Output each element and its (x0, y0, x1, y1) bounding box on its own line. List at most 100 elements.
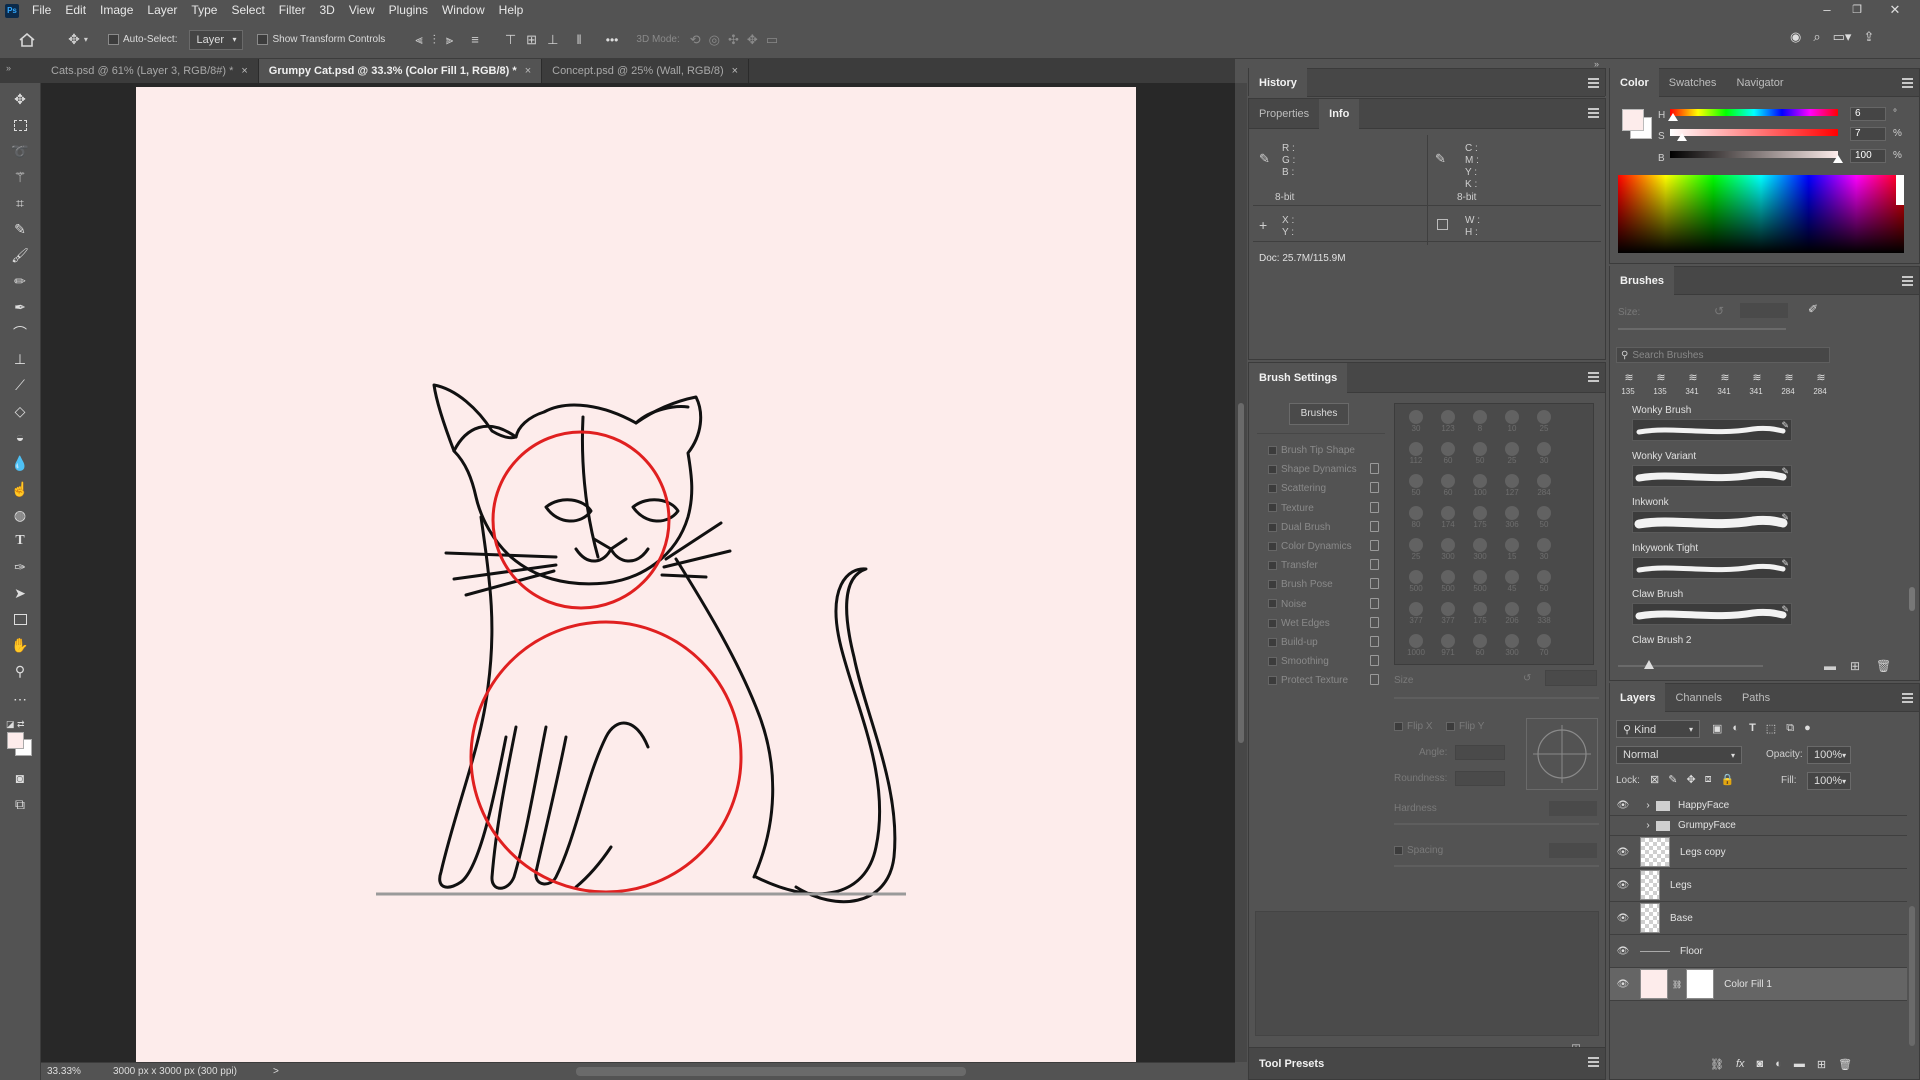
show-transform-checkbox[interactable] (257, 34, 269, 45)
brush-setting-brush-pose[interactable]: Brush Pose (1264, 575, 1379, 594)
panel-menu-icon[interactable] (1588, 1057, 1599, 1067)
panel-menu-icon[interactable] (1588, 78, 1599, 88)
move-tool-preset-icon[interactable]: ✥ ▾ (58, 31, 98, 48)
brush-tip[interactable]: 306 (1497, 504, 1527, 530)
brush-list-item[interactable]: Claw Brush 2 (1632, 635, 1792, 649)
chevron-right-icon[interactable]: › (1640, 800, 1656, 811)
saturation-slider-thumb[interactable] (1676, 133, 1687, 141)
collapse-toolbar-icon[interactable]: » (0, 59, 41, 83)
brush-tip[interactable]: 1000 (1401, 632, 1431, 658)
brush-tip[interactable]: 30 (1401, 408, 1431, 434)
brush-preview-size-slider[interactable] (1618, 665, 1763, 667)
align-right-icon[interactable]: ⫸ (446, 32, 453, 48)
tab-concept[interactable]: Concept.psd @ 25% (Wall, RGB/8) × (542, 59, 750, 83)
brush-tip[interactable]: 50 (1529, 568, 1559, 594)
close-window-button[interactable]: ✕ (1880, 0, 1910, 21)
brush-tip[interactable]: 206 (1497, 600, 1527, 626)
brush-preset[interactable]: ≋ 341 (1680, 371, 1704, 401)
swap-colors-icon[interactable]: ◪ ⇄ (6, 719, 34, 729)
eyedropper-icon[interactable]: ✎ (9, 218, 31, 240)
panel-menu-icon[interactable] (1902, 78, 1913, 88)
close-tab-icon[interactable]: × (241, 65, 247, 77)
brush-tip[interactable]: 377 (1433, 600, 1463, 626)
fill-field[interactable]: 100% ▾ (1807, 772, 1851, 790)
brush-setting-checkbox[interactable] (1268, 657, 1277, 667)
brush-tip[interactable]: 45 (1497, 568, 1527, 594)
align-center-icon[interactable]: ⫶ (433, 32, 436, 48)
color-spectrum[interactable] (1618, 175, 1904, 253)
tab-properties[interactable]: Properties (1249, 99, 1319, 129)
layer-row[interactable]: 👁 ⛓ Color Fill 1 (1610, 968, 1907, 1001)
spectrum-white-strip[interactable] (1896, 175, 1904, 205)
lock-icon[interactable] (1370, 520, 1379, 532)
brush-size-slider[interactable] (1394, 697, 1599, 699)
distribute-icon[interactable]: ≡ (471, 32, 479, 48)
art-history-brush-icon[interactable]: ⟋ (9, 374, 31, 396)
menu-layer[interactable]: Layer (140, 0, 184, 21)
brush-tip[interactable]: 50 (1465, 440, 1495, 466)
lock-artboard-icon[interactable]: ⧈ (1705, 773, 1712, 786)
search-brushes-field[interactable]: ⚲ Search Brushes (1616, 347, 1830, 363)
align-middle-icon[interactable]: ⊞ (526, 32, 537, 48)
scrollbar-thumb[interactable] (1238, 403, 1244, 743)
brush-tip-grid[interactable]: 30 123 8 10 25 112 60 50 25 30 50 60 100 127 284 80 174 1… (1394, 403, 1594, 665)
history-brush-icon[interactable]: ⌒ (9, 322, 31, 344)
brush-tip[interactable]: 300 (1433, 536, 1463, 562)
brush-tip[interactable]: 377 (1401, 600, 1431, 626)
tab-brush-settings[interactable]: Brush Settings (1249, 362, 1348, 393)
tab-layers[interactable]: Layers (1610, 682, 1666, 713)
brush-setting-checkbox[interactable] (1268, 580, 1277, 590)
tab-channels[interactable]: Channels (1665, 683, 1731, 713)
visibility-eye-icon[interactable]: 👁 (1610, 946, 1636, 957)
edit-brush-icon[interactable]: ✎ (1781, 558, 1789, 569)
menu-select[interactable]: Select (224, 0, 271, 21)
brush-setting-wet-edges[interactable]: Wet Edges (1264, 614, 1379, 633)
zoom-level[interactable]: 33.33% (47, 1066, 107, 1077)
brush-setting-checkbox[interactable] (1268, 503, 1277, 513)
pen-tool-icon[interactable]: ✑ (9, 556, 31, 578)
panel-menu-icon[interactable] (1902, 276, 1913, 286)
brush-tip[interactable]: 100 (1465, 472, 1495, 498)
type-tool-icon[interactable]: T (9, 530, 31, 552)
filter-type-icon[interactable]: T (1749, 722, 1756, 735)
chevron-right-icon[interactable]: › (1640, 820, 1656, 831)
rectangle-tool-icon[interactable] (9, 608, 31, 630)
brush-tip[interactable]: 25 (1401, 536, 1431, 562)
brush-tool-icon[interactable]: 🖌 (9, 244, 31, 266)
visibility-eye-icon[interactable]: 👁 (1610, 880, 1636, 891)
new-group-icon[interactable]: ▬ (1794, 1058, 1805, 1071)
eraser-icon[interactable]: ◇ (9, 400, 31, 422)
layer-row[interactable]: › GrumpyFace (1610, 816, 1907, 836)
brush-tip[interactable]: 300 (1497, 632, 1527, 658)
roundness-input[interactable] (1455, 771, 1505, 786)
spacing-checkbox[interactable] (1394, 845, 1403, 855)
visibility-eye-icon[interactable]: 👁 (1610, 847, 1636, 858)
filter-toggle-icon[interactable]: ● (1804, 722, 1811, 735)
brush-list-scrollbar[interactable] (1909, 407, 1915, 655)
saturation-slider[interactable] (1670, 129, 1838, 136)
tab-navigator[interactable]: Navigator (1726, 68, 1793, 98)
brush-list-item[interactable]: Inkywonk Tight ✎ (1632, 543, 1792, 579)
brush-setting-texture[interactable]: Texture (1264, 499, 1379, 518)
layer-row[interactable]: 👁 Base (1610, 902, 1907, 935)
tab-tool-presets[interactable]: Tool Presets (1249, 1049, 1334, 1079)
brushes-button[interactable]: Brushes (1289, 403, 1349, 425)
brush-tip[interactable]: 15 (1497, 536, 1527, 562)
brush-tip[interactable]: 25 (1529, 408, 1559, 434)
brush-tip[interactable]: 8 (1465, 408, 1495, 434)
layer-row[interactable]: 👁 Legs (1610, 869, 1907, 902)
quick-mask-icon[interactable]: ◙ (9, 767, 31, 789)
create-new-brush-icon[interactable]: ⊞ (1850, 659, 1860, 673)
brush-preset[interactable]: ≋ 341 (1712, 371, 1736, 401)
path-selection-icon[interactable]: ➤ (9, 582, 31, 604)
blur-tool-icon[interactable]: 💧 (9, 452, 31, 474)
brush-setting-dual-brush[interactable]: Dual Brush (1264, 518, 1379, 537)
spacing-input[interactable] (1549, 843, 1597, 858)
brush-tip[interactable]: 174 (1433, 504, 1463, 530)
reset-icon[interactable]: ↺ (1714, 304, 1724, 318)
filter-shape-icon[interactable]: ⬚ (1766, 722, 1776, 735)
tab-cats[interactable]: Cats.psd @ 61% (Layer 3, RGB/8#) * × (41, 59, 259, 83)
edit-brush-icon[interactable]: ✎ (1781, 604, 1789, 615)
minimize-button[interactable]: – (1812, 0, 1842, 21)
brush-tip[interactable]: 60 (1433, 472, 1463, 498)
